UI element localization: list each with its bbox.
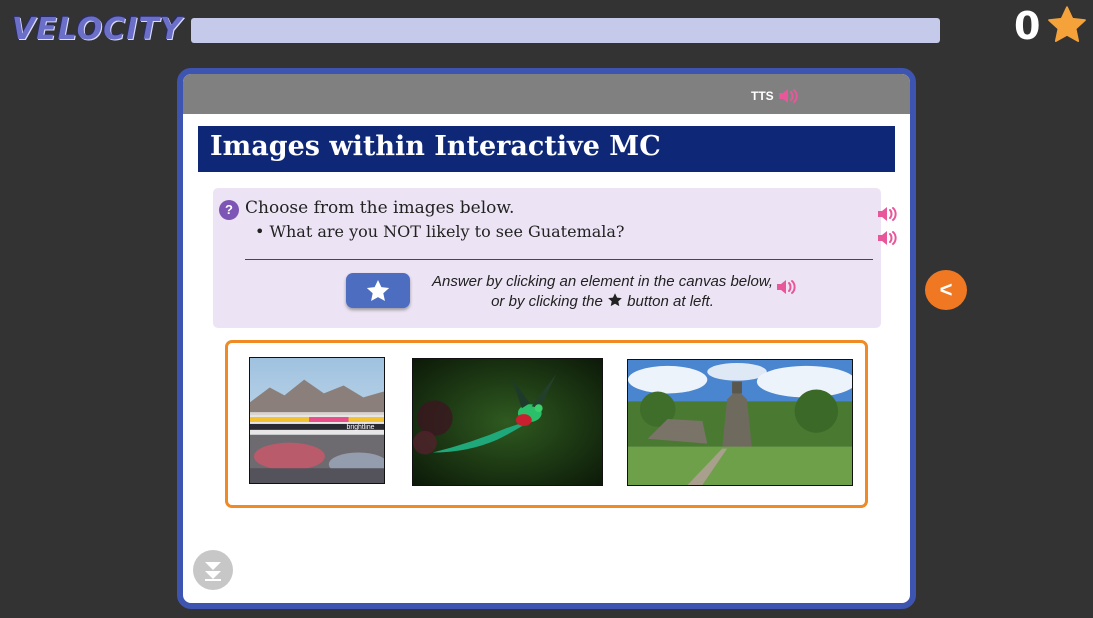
frame-toolbar: TTS xyxy=(183,74,910,114)
speaker-icon[interactable] xyxy=(775,278,799,296)
answer-canvas: brightline xyxy=(225,340,868,508)
content-frame: TTS Images within Interactive MC ? Choos… xyxy=(177,68,916,609)
question-prompt: Choose from the images below. xyxy=(245,198,515,218)
quetzal-image[interactable] xyxy=(412,358,603,486)
tts-button[interactable]: TTS xyxy=(751,87,801,105)
question-bullet-text: What are you NOT likely to see Guatemala… xyxy=(269,222,625,241)
speaker-icon[interactable] xyxy=(876,229,900,247)
star-icon xyxy=(608,293,622,307)
score-value: 0 xyxy=(1014,4,1041,48)
train-image[interactable]: brightline xyxy=(249,357,385,484)
speaker-icon xyxy=(778,89,798,103)
speaker-icon[interactable] xyxy=(876,205,900,223)
divider xyxy=(245,259,873,260)
question-bullet: • What are you NOT likely to see Guatema… xyxy=(255,222,625,241)
tts-label: TTS xyxy=(751,89,774,103)
title-banner: Images within Interactive MC xyxy=(198,126,895,172)
back-button[interactable]: < xyxy=(925,270,967,310)
progress-bar xyxy=(191,18,940,43)
tikal-image[interactable] xyxy=(627,359,853,486)
instruction-line1: Answer by clicking an element in the can… xyxy=(431,273,773,290)
instruction-line2b: button at left. xyxy=(627,293,714,310)
help-icon[interactable]: ? xyxy=(219,200,239,220)
chevron-double-down-icon xyxy=(205,562,221,581)
star-icon xyxy=(366,279,390,301)
question-panel: ? Choose from the images below. • What a… xyxy=(213,188,897,328)
velocity-logo: VELOCITY xyxy=(12,12,183,47)
instruction-line2a: or by clicking the xyxy=(491,293,603,310)
page-title: Images within Interactive MC xyxy=(210,131,661,162)
scroll-down-button[interactable] xyxy=(193,550,233,590)
brightline-text: brightline xyxy=(347,424,375,431)
star-icon xyxy=(1048,6,1086,42)
instruction-text: Answer by clicking an element in the can… xyxy=(415,272,790,312)
star-answer-button[interactable] xyxy=(346,273,410,308)
